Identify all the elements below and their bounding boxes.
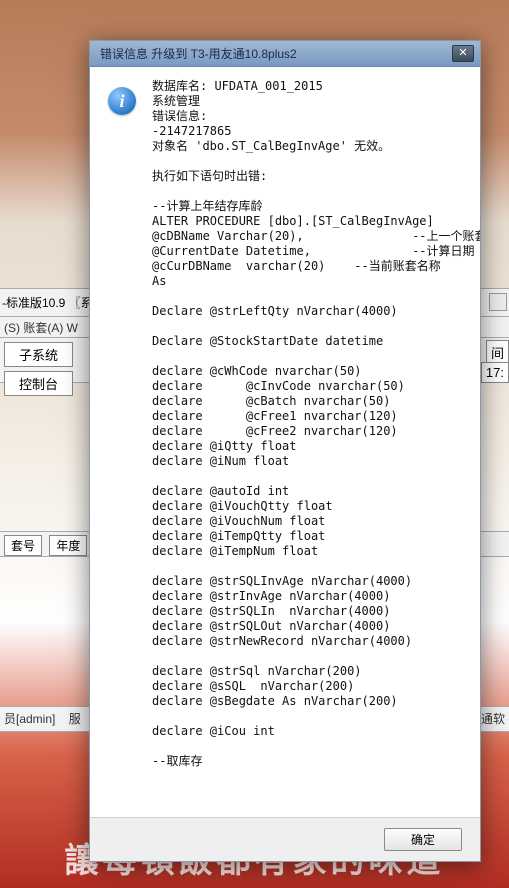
col-console: 控制台 [4,371,73,396]
ok-button[interactable]: 确定 [384,828,462,851]
tag-acctno[interactable]: 套号 [4,535,42,556]
dialog-button-bar: 确定 [90,817,480,861]
bg-app-title: -标准版10.9 〖系 [2,296,93,310]
col-time-value: 17: [481,362,509,383]
info-icon: i [108,87,136,115]
close-icon: ✕ [458,47,467,59]
status-service: 服 [69,712,81,726]
dialog-title: 错误信息 升级到 T3-用友通10.8plus2 [100,45,452,62]
dialog-body: i 数据库名: UFDATA_001_2015 系统管理 错误信息: -2147… [90,67,480,817]
status-operator: 员[admin] [4,712,55,726]
error-dialog: 错误信息 升级到 T3-用友通10.8plus2 ✕ i 数据库名: UFDAT… [89,40,481,862]
bg-window-control[interactable] [489,293,507,311]
col-subsystem: 子系统 [4,342,73,367]
close-button[interactable]: ✕ [452,45,474,62]
dialog-titlebar[interactable]: 错误信息 升级到 T3-用友通10.8plus2 ✕ [90,41,480,67]
tag-year[interactable]: 年度 [49,535,87,556]
status-right: 通软 [481,710,505,727]
bg-menu-text: (S) 账套(A) W [4,321,78,335]
error-message-text: 数据库名: UFDATA_001_2015 系统管理 错误信息: -214721… [152,79,472,769]
